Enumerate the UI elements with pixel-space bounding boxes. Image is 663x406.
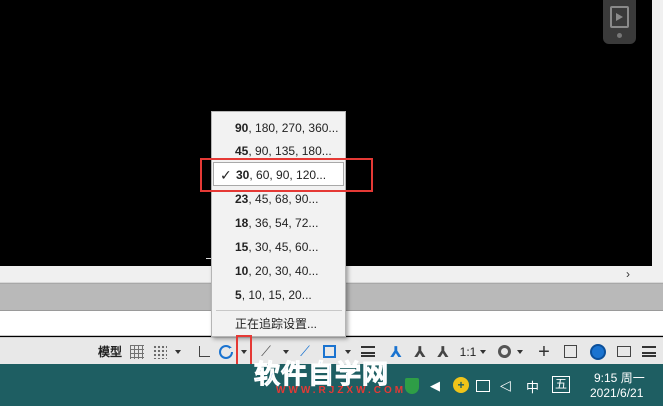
- clock-date[interactable]: 2021/6/21: [590, 386, 643, 400]
- menu-item-lead: 15: [235, 240, 249, 254]
- workspace-button[interactable]: [496, 341, 512, 362]
- chevron-down-icon: [175, 349, 181, 354]
- isolate-objects-button[interactable]: [589, 341, 607, 362]
- tracking-settings-label: 正在追踪设置...: [235, 317, 318, 331]
- hamburger-icon: [642, 346, 656, 357]
- annotation-monitor-button[interactable]: +: [535, 341, 553, 362]
- fullscreen-button[interactable]: [615, 341, 633, 362]
- units-button[interactable]: [561, 341, 579, 362]
- menu-item-lead: 90: [235, 121, 249, 135]
- polar-tracking-toggle[interactable]: [217, 341, 235, 362]
- highlight-box-item: [200, 158, 373, 192]
- snap-dropdown[interactable]: [173, 341, 183, 362]
- menu-item-lead: 45: [235, 144, 249, 158]
- scroll-right-icon[interactable]: ›: [626, 267, 630, 281]
- navigation-bar[interactable]: [603, 0, 636, 44]
- menu-item-90[interactable]: 90, 180, 270, 360...: [213, 116, 344, 140]
- units-icon: [563, 345, 577, 358]
- highlight-box-dropdown: [236, 335, 252, 366]
- menu-item-10[interactable]: 10, 20, 30, 40...: [213, 259, 344, 283]
- ime-shape-indicator[interactable]: 五: [552, 376, 570, 393]
- model-space-button[interactable]: 模型: [95, 341, 125, 362]
- network-icon[interactable]: [476, 380, 490, 392]
- auto-scale-icon[interactable]: ⅄: [410, 341, 430, 362]
- snap-toggle[interactable]: [152, 341, 168, 362]
- scale-dropdown[interactable]: [478, 341, 488, 362]
- menu-item-15[interactable]: 15, 30, 45, 60...: [213, 235, 344, 259]
- security-shield-icon[interactable]: [405, 378, 419, 394]
- grid-toggle[interactable]: [129, 341, 145, 362]
- chevron-down-icon: [283, 349, 289, 354]
- ime-mode-indicator[interactable]: 中: [526, 377, 539, 396]
- chevron-down-icon: [345, 349, 351, 354]
- menu-item-18[interactable]: 18, 36, 54, 72...: [213, 211, 344, 235]
- polar-tracking-icon: [219, 344, 234, 359]
- chevron-down-icon: [517, 349, 523, 354]
- showmotion-icon[interactable]: [610, 6, 629, 28]
- menu-item-rest: , 20, 30, 40...: [248, 264, 319, 278]
- menu-item-rest: , 10, 15, 20...: [241, 288, 312, 302]
- watermark: 软件自学网 WWW.RJZXW.COM: [254, 354, 407, 397]
- menu-item-5[interactable]: 5, 10, 15, 20...: [213, 283, 344, 307]
- ortho-toggle[interactable]: [196, 341, 212, 362]
- menu-separator: [216, 310, 342, 311]
- chevron-down-icon: [480, 349, 486, 354]
- menu-item-rest: , 45, 68, 90...: [248, 192, 319, 206]
- isolate-icon: [590, 343, 606, 360]
- menu-item-rest: , 90, 135, 180...: [248, 144, 332, 158]
- annotation-scale-icon[interactable]: ⅄: [433, 341, 453, 362]
- menu-item-lead: 5: [235, 288, 242, 302]
- workspace-dropdown[interactable]: [515, 341, 525, 362]
- grid-icon: [130, 344, 144, 359]
- scale-label[interactable]: 1:1: [458, 341, 478, 362]
- ortho-icon: [198, 346, 210, 357]
- gear-icon: [497, 345, 511, 358]
- menu-item-lead: 18: [235, 216, 249, 230]
- menu-item-rest: , 30, 45, 60...: [248, 240, 319, 254]
- fullscreen-icon: [617, 346, 631, 357]
- plus-tray-icon[interactable]: +: [453, 377, 469, 393]
- watermark-url: WWW.RJZXW.COM: [276, 385, 407, 396]
- menu-item-rest: , 36, 54, 72...: [248, 216, 319, 230]
- clock-time[interactable]: 9:15 周一: [594, 369, 645, 386]
- menu-item-rest: , 180, 270, 360...: [248, 121, 339, 135]
- tracking-settings-item[interactable]: 正在追踪设置...: [213, 312, 344, 336]
- menu-item-lead: 10: [235, 264, 249, 278]
- speaker-muted-icon[interactable]: ◀: [430, 378, 440, 394]
- vertical-scrollbar[interactable]: [652, 0, 663, 266]
- volume-icon[interactable]: ◁: [500, 377, 511, 394]
- menu-item-lead: 23: [235, 192, 249, 206]
- polar-angle-menu: 90, 180, 270, 360... 45, 90, 135, 180...…: [211, 111, 346, 337]
- snap-icon: [153, 344, 167, 359]
- plus-icon: +: [538, 340, 550, 363]
- customize-button[interactable]: [640, 341, 658, 362]
- nav-dot-icon: [617, 33, 622, 38]
